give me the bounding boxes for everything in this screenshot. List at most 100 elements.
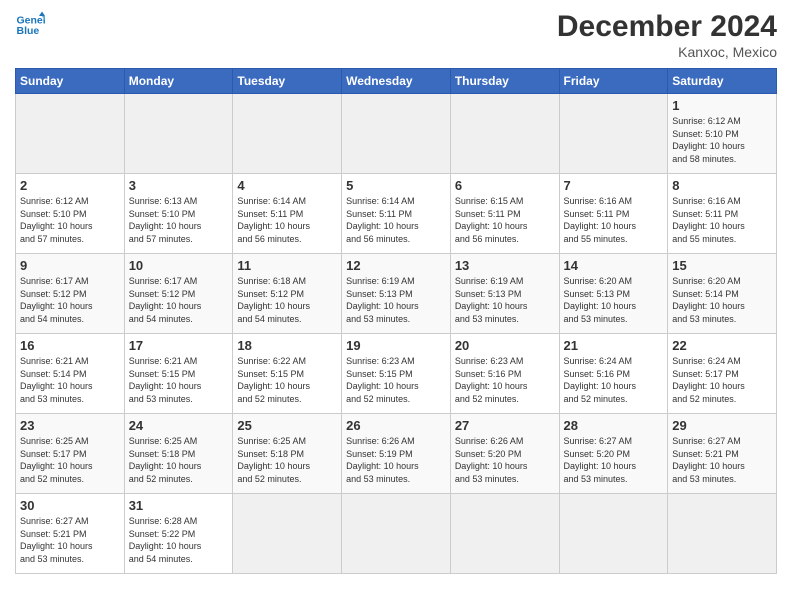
day-info: Sunrise: 6:16 AM Sunset: 5:11 PM Dayligh… xyxy=(564,195,664,245)
day-number: 16 xyxy=(20,338,120,353)
col-monday: Monday xyxy=(124,69,233,94)
calendar-container: General Blue December 2024 Kanxoc, Mexic… xyxy=(0,0,792,584)
calendar-cell xyxy=(16,94,125,174)
day-number: 15 xyxy=(672,258,772,273)
day-info: Sunrise: 6:24 AM Sunset: 5:17 PM Dayligh… xyxy=(672,355,772,405)
calendar-subtitle: Kanxoc, Mexico xyxy=(557,44,777,60)
day-info: Sunrise: 6:24 AM Sunset: 5:16 PM Dayligh… xyxy=(564,355,664,405)
day-number: 21 xyxy=(564,338,664,353)
day-info: Sunrise: 6:26 AM Sunset: 5:19 PM Dayligh… xyxy=(346,435,446,485)
day-number: 6 xyxy=(455,178,555,193)
day-info: Sunrise: 6:25 AM Sunset: 5:17 PM Dayligh… xyxy=(20,435,120,485)
day-info: Sunrise: 6:23 AM Sunset: 5:15 PM Dayligh… xyxy=(346,355,446,405)
day-info: Sunrise: 6:14 AM Sunset: 5:11 PM Dayligh… xyxy=(237,195,337,245)
day-info: Sunrise: 6:16 AM Sunset: 5:11 PM Dayligh… xyxy=(672,195,772,245)
col-friday: Friday xyxy=(559,69,668,94)
calendar-cell: 11 Sunrise: 6:18 AM Sunset: 5:12 PM Dayli… xyxy=(233,254,342,334)
calendar-cell: 12 Sunrise: 6:19 AM Sunset: 5:13 PM Dayli… xyxy=(342,254,451,334)
day-number: 27 xyxy=(455,418,555,433)
day-number: 19 xyxy=(346,338,446,353)
col-wednesday: Wednesday xyxy=(342,69,451,94)
calendar-cell: 19 Sunrise: 6:23 AM Sunset: 5:15 PM Dayli… xyxy=(342,334,451,414)
logo-icon: General Blue xyxy=(15,10,45,40)
day-number: 2 xyxy=(20,178,120,193)
day-number: 31 xyxy=(129,498,229,513)
day-number: 17 xyxy=(129,338,229,353)
calendar-cell xyxy=(668,494,777,574)
calendar-cell xyxy=(124,94,233,174)
calendar-cell: 6 Sunrise: 6:15 AM Sunset: 5:11 PM Daylig… xyxy=(450,174,559,254)
day-number: 5 xyxy=(346,178,446,193)
calendar-cell: 8 Sunrise: 6:16 AM Sunset: 5:11 PM Daylig… xyxy=(668,174,777,254)
day-number: 10 xyxy=(129,258,229,273)
day-info: Sunrise: 6:15 AM Sunset: 5:11 PM Dayligh… xyxy=(455,195,555,245)
day-info: Sunrise: 6:25 AM Sunset: 5:18 PM Dayligh… xyxy=(237,435,337,485)
calendar-week-2: 2 Sunrise: 6:12 AM Sunset: 5:10 PM Daylig… xyxy=(16,174,777,254)
calendar-cell: 4Sunrise: 6:14 AM Sunset: 5:11 PM Daylig… xyxy=(233,174,342,254)
day-number: 23 xyxy=(20,418,120,433)
day-number: 30 xyxy=(20,498,120,513)
day-number: 18 xyxy=(237,338,337,353)
day-info: Sunrise: 6:18 AM Sunset: 5:12 PM Dayligh… xyxy=(237,275,337,325)
col-sunday: Sunday xyxy=(16,69,125,94)
day-number: 20 xyxy=(455,338,555,353)
calendar-week-3: 9Sunrise: 6:17 AM Sunset: 5:12 PM Daylig… xyxy=(16,254,777,334)
day-info: Sunrise: 6:28 AM Sunset: 5:22 PM Dayligh… xyxy=(129,515,229,565)
calendar-cell: 18Sunrise: 6:22 AM Sunset: 5:15 PM Dayli… xyxy=(233,334,342,414)
calendar-title: December 2024 xyxy=(557,10,777,44)
day-info: Sunrise: 6:14 AM Sunset: 5:11 PM Dayligh… xyxy=(346,195,446,245)
day-info: Sunrise: 6:19 AM Sunset: 5:13 PM Dayligh… xyxy=(346,275,446,325)
calendar-week-4: 16Sunrise: 6:21 AM Sunset: 5:14 PM Dayli… xyxy=(16,334,777,414)
day-info: Sunrise: 6:21 AM Sunset: 5:15 PM Dayligh… xyxy=(129,355,229,405)
calendar-cell xyxy=(450,494,559,574)
calendar-cell: 16Sunrise: 6:21 AM Sunset: 5:14 PM Dayli… xyxy=(16,334,125,414)
calendar-table: Sunday Monday Tuesday Wednesday Thursday… xyxy=(15,68,777,574)
day-info: Sunrise: 6:27 AM Sunset: 5:21 PM Dayligh… xyxy=(672,435,772,485)
day-info: Sunrise: 6:27 AM Sunset: 5:21 PM Dayligh… xyxy=(20,515,120,565)
calendar-cell: 5 Sunrise: 6:14 AM Sunset: 5:11 PM Daylig… xyxy=(342,174,451,254)
day-info: Sunrise: 6:20 AM Sunset: 5:14 PM Dayligh… xyxy=(672,275,772,325)
calendar-cell: 30 Sunrise: 6:27 AM Sunset: 5:21 PM Dayli… xyxy=(16,494,125,574)
day-info: Sunrise: 6:27 AM Sunset: 5:20 PM Dayligh… xyxy=(564,435,664,485)
calendar-cell: 25 Sunrise: 6:25 AM Sunset: 5:18 PM Dayli… xyxy=(233,414,342,494)
calendar-cell: 29 Sunrise: 6:27 AM Sunset: 5:21 PM Dayli… xyxy=(668,414,777,494)
calendar-cell: 27Sunrise: 6:26 AM Sunset: 5:20 PM Dayli… xyxy=(450,414,559,494)
calendar-cell: 14Sunrise: 6:20 AM Sunset: 5:13 PM Dayli… xyxy=(559,254,668,334)
logo: General Blue xyxy=(15,10,47,40)
day-number: 29 xyxy=(672,418,772,433)
day-info: Sunrise: 6:20 AM Sunset: 5:13 PM Dayligh… xyxy=(564,275,664,325)
calendar-cell: 23 Sunrise: 6:25 AM Sunset: 5:17 PM Dayli… xyxy=(16,414,125,494)
calendar-week-1: 1Sunrise: 6:12 AM Sunset: 5:10 PM Daylig… xyxy=(16,94,777,174)
day-info: Sunrise: 6:12 AM Sunset: 5:10 PM Dayligh… xyxy=(20,195,120,245)
calendar-cell xyxy=(559,94,668,174)
day-number: 1 xyxy=(672,98,772,113)
day-number: 25 xyxy=(237,418,337,433)
calendar-cell: 10 Sunrise: 6:17 AM Sunset: 5:12 PM Dayli… xyxy=(124,254,233,334)
calendar-cell: 26 Sunrise: 6:26 AM Sunset: 5:19 PM Dayli… xyxy=(342,414,451,494)
day-info: Sunrise: 6:17 AM Sunset: 5:12 PM Dayligh… xyxy=(20,275,120,325)
header: General Blue December 2024 Kanxoc, Mexic… xyxy=(15,10,777,60)
calendar-cell: 2 Sunrise: 6:12 AM Sunset: 5:10 PM Daylig… xyxy=(16,174,125,254)
day-number: 7 xyxy=(564,178,664,193)
day-number: 26 xyxy=(346,418,446,433)
day-number: 11 xyxy=(237,258,337,273)
day-number: 28 xyxy=(564,418,664,433)
col-tuesday: Tuesday xyxy=(233,69,342,94)
day-info: Sunrise: 6:25 AM Sunset: 5:18 PM Dayligh… xyxy=(129,435,229,485)
col-thursday: Thursday xyxy=(450,69,559,94)
calendar-cell: 3Sunrise: 6:13 AM Sunset: 5:10 PM Daylig… xyxy=(124,174,233,254)
calendar-cell: 22Sunrise: 6:24 AM Sunset: 5:17 PM Dayli… xyxy=(668,334,777,414)
header-row: Sunday Monday Tuesday Wednesday Thursday… xyxy=(16,69,777,94)
calendar-cell: 9Sunrise: 6:17 AM Sunset: 5:12 PM Daylig… xyxy=(16,254,125,334)
calendar-cell: 7 Sunrise: 6:16 AM Sunset: 5:11 PM Daylig… xyxy=(559,174,668,254)
day-number: 12 xyxy=(346,258,446,273)
day-number: 8 xyxy=(672,178,772,193)
calendar-cell xyxy=(559,494,668,574)
calendar-cell: 21 Sunrise: 6:24 AM Sunset: 5:16 PM Dayli… xyxy=(559,334,668,414)
day-info: Sunrise: 6:17 AM Sunset: 5:12 PM Dayligh… xyxy=(129,275,229,325)
calendar-cell xyxy=(450,94,559,174)
calendar-cell: 24Sunrise: 6:25 AM Sunset: 5:18 PM Dayli… xyxy=(124,414,233,494)
day-number: 13 xyxy=(455,258,555,273)
calendar-cell xyxy=(233,94,342,174)
calendar-week-6: 30 Sunrise: 6:27 AM Sunset: 5:21 PM Dayli… xyxy=(16,494,777,574)
